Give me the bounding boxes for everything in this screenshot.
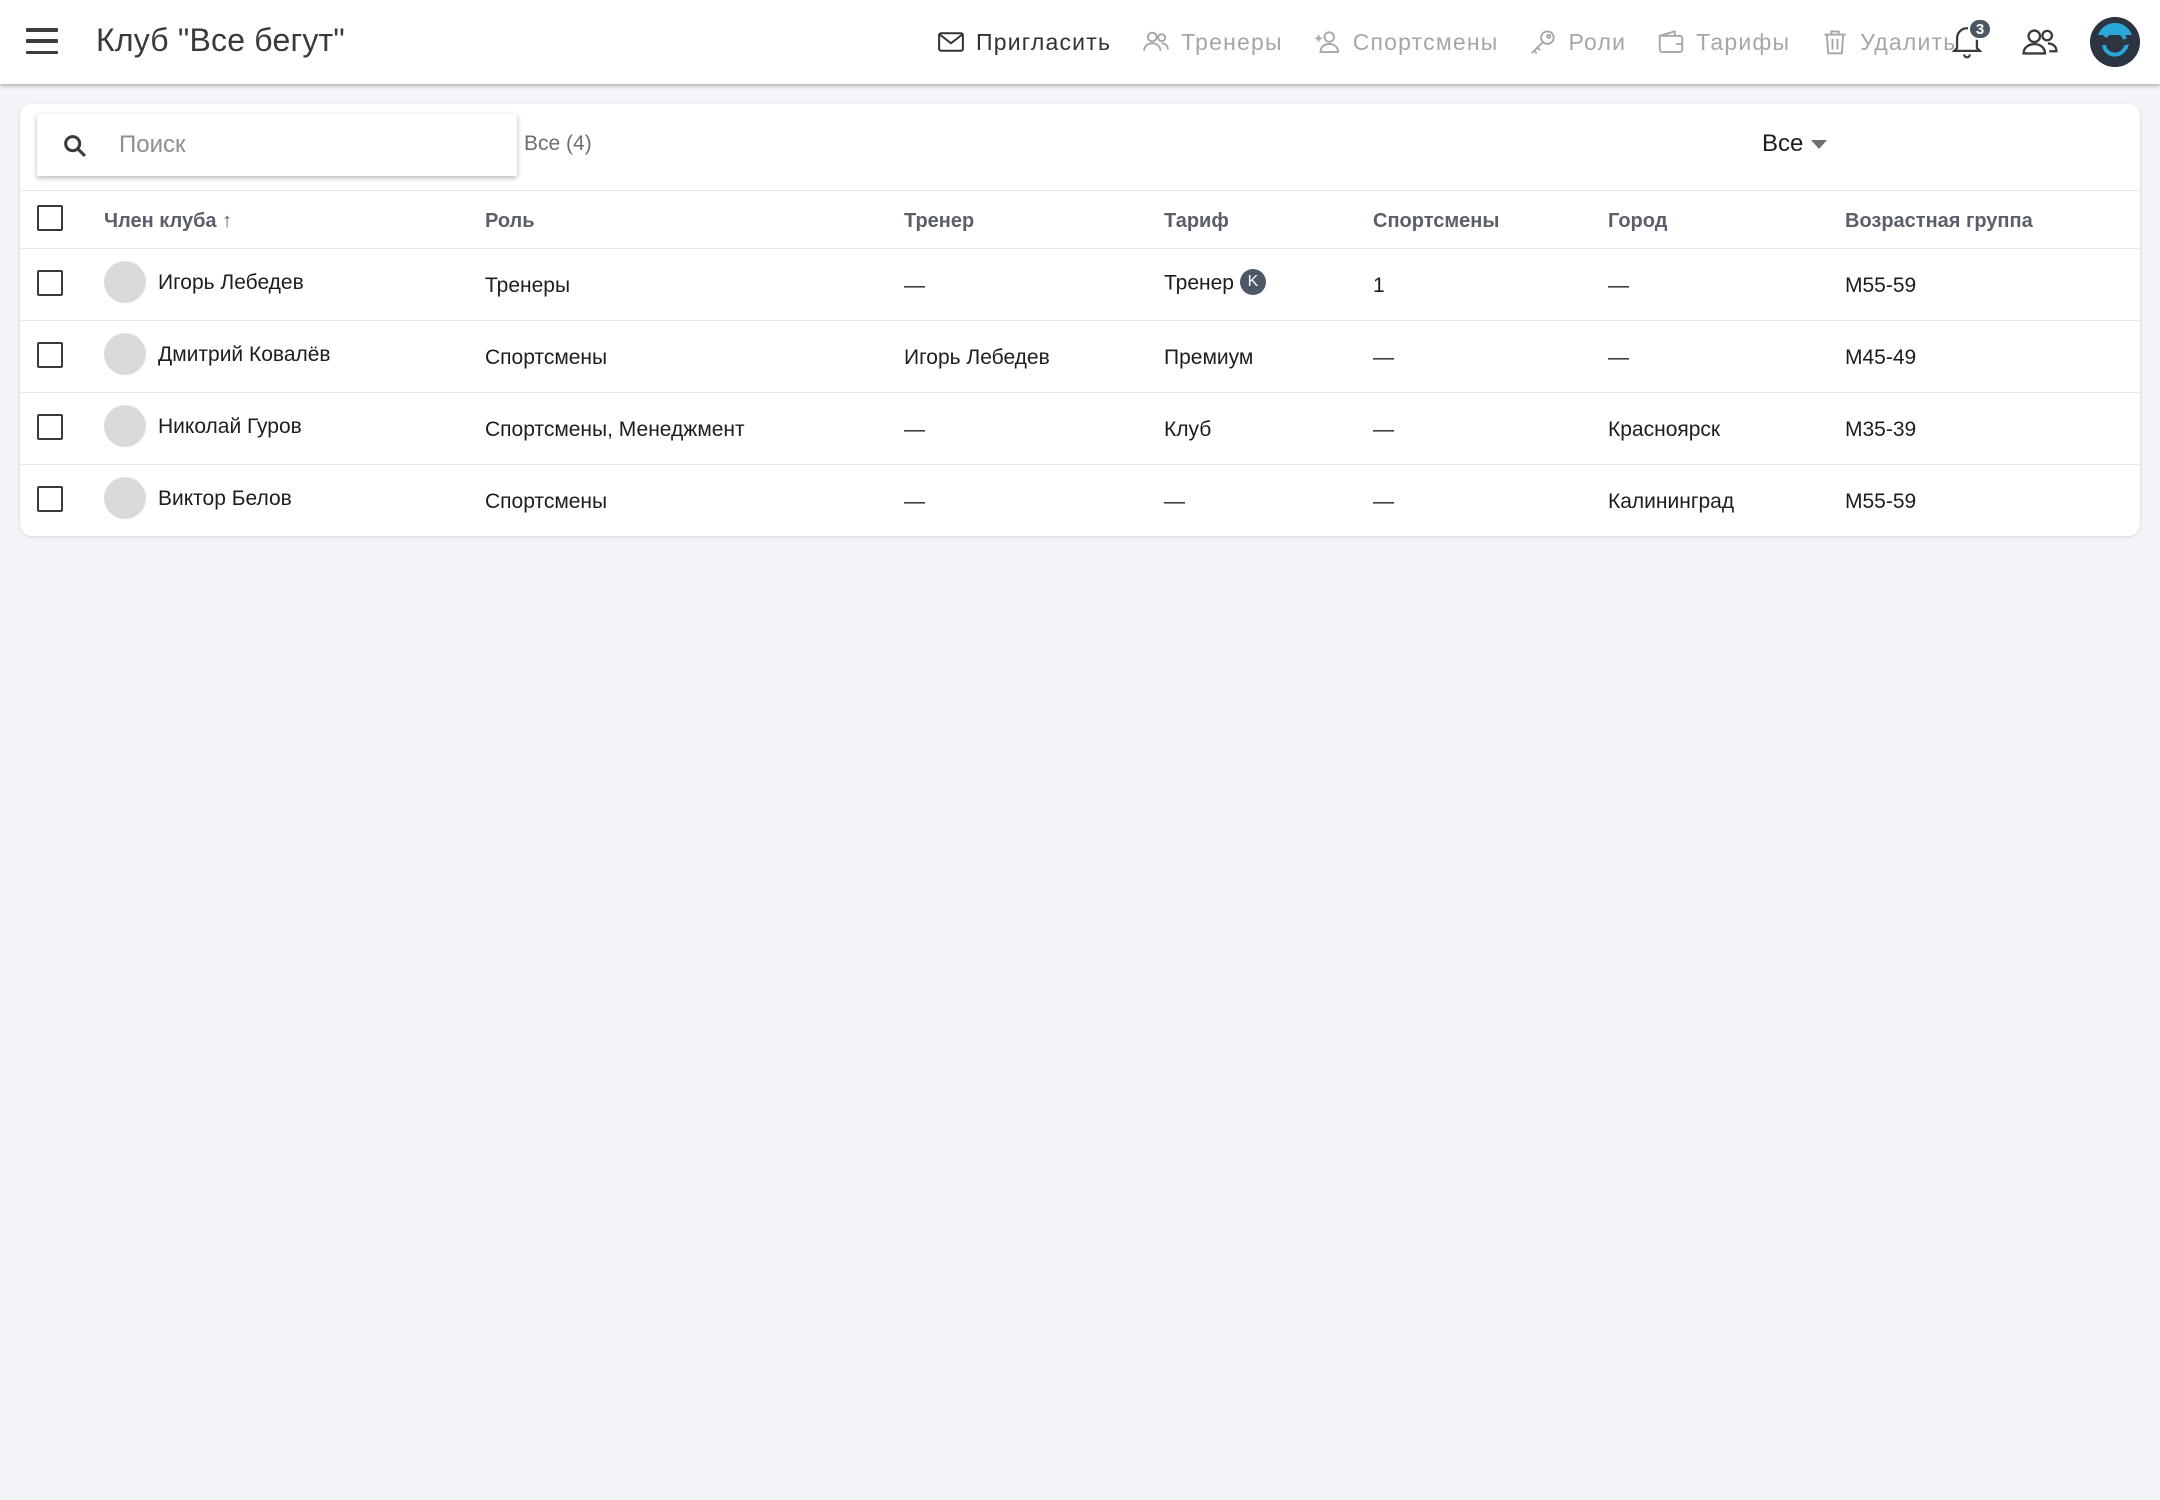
column-header-role[interactable]: Роль <box>485 210 535 233</box>
column-header-age-group[interactable]: Возрастная группа <box>1845 210 2033 233</box>
add-athlete-icon <box>1315 31 1339 53</box>
divider <box>20 320 2140 321</box>
member-name[interactable]: Дмитрий Ковалёв <box>158 343 331 367</box>
invite-label: Пригласить <box>976 28 1112 55</box>
column-header-member[interactable]: Член клуба ↑ <box>104 210 232 233</box>
members-button[interactable] <box>2020 24 2060 60</box>
coaches-icon <box>1143 31 1169 51</box>
roles-label: Роли <box>1568 28 1627 55</box>
tariff-value: Тренер <box>1164 271 1234 295</box>
tariff-cell: — <box>1164 490 1185 513</box>
wallet-icon <box>1658 30 1684 53</box>
member-name[interactable]: Виктор Белов <box>158 487 292 511</box>
divider <box>20 190 2140 191</box>
envelope-icon <box>938 32 964 52</box>
people-icon <box>2022 29 2058 55</box>
avatar <box>104 477 146 519</box>
member-name[interactable]: Николай Гуров <box>158 415 302 439</box>
city-cell: — <box>1608 346 1629 369</box>
row-checkbox[interactable] <box>37 342 63 368</box>
divider <box>20 248 2140 249</box>
search-icon <box>64 135 86 157</box>
delete-button[interactable]: Удалить <box>1820 27 1956 57</box>
logo-avatar-icon <box>2090 17 2140 67</box>
athletes-cell: — <box>1373 490 1394 513</box>
page-title: Клуб "Все бегут" <box>96 22 345 58</box>
city-cell: Калининград <box>1608 490 1735 513</box>
row-checkbox[interactable] <box>37 270 63 296</box>
athletes-cell: — <box>1373 418 1394 441</box>
user-avatar[interactable] <box>2090 17 2140 67</box>
members-count-label: Все (4) <box>524 132 592 155</box>
age-group-cell: M55-59 <box>1845 490 1917 513</box>
tariffs-button[interactable]: Тарифы <box>1656 27 1790 57</box>
tariff-cell: Клуб <box>1164 418 1212 441</box>
search-box <box>37 114 517 176</box>
athletes-button[interactable]: Спортсмены <box>1313 27 1499 57</box>
column-header-tariff[interactable]: Тариф <box>1164 210 1229 233</box>
coaches-button[interactable]: Тренеры <box>1141 27 1283 57</box>
caret-down-icon <box>1811 139 1828 149</box>
divider <box>20 464 2140 465</box>
column-header-athletes[interactable]: Спортсмены <box>1373 210 1499 233</box>
avatar <box>104 405 146 447</box>
athletes-cell: 1 <box>1373 274 1385 297</box>
city-cell: — <box>1608 274 1629 297</box>
coaches-label: Тренеры <box>1181 28 1283 55</box>
tariff-cell: Премиум <box>1164 346 1254 369</box>
column-header-city[interactable]: Город <box>1608 210 1667 233</box>
tariffs-label: Тарифы <box>1696 28 1791 55</box>
divider <box>20 392 2140 393</box>
key-icon <box>1531 30 1556 54</box>
header-actions: Пригласить Тренеры Спортсмены Роли Тариф… <box>936 24 1986 60</box>
coach-cell: Игорь Лебедев <box>904 346 1050 369</box>
tariff-badge: K <box>1239 269 1266 295</box>
hamburger-menu-icon[interactable] <box>26 28 58 54</box>
top-app-bar: Клуб "Все бегут" Пригласить Тренеры Спор… <box>0 0 2160 84</box>
coach-cell: — <box>904 418 925 441</box>
role-cell: Спортсмены <box>485 346 608 369</box>
avatar <box>104 333 146 375</box>
role-cell: Спортсмены, Менеджмент <box>485 418 745 441</box>
row-checkbox[interactable] <box>37 414 63 440</box>
role-cell: Спортсмены <box>485 490 608 513</box>
invite-button[interactable]: Пригласить <box>936 27 1111 57</box>
age-group-cell: M55-59 <box>1845 274 1917 297</box>
delete-label: Удалить <box>1860 28 1957 55</box>
trash-icon <box>1824 30 1846 55</box>
search-input[interactable] <box>119 124 499 166</box>
filter-dropdown[interactable]: Все <box>1762 130 1828 158</box>
coach-cell: — <box>904 490 925 513</box>
row-checkbox[interactable] <box>37 486 63 512</box>
city-cell: Красноярск <box>1608 418 1721 441</box>
role-cell: Тренеры <box>485 274 571 297</box>
notifications-count-badge: 3 <box>1968 18 1992 40</box>
notifications-button[interactable]: 3 <box>1950 18 1992 62</box>
select-all-checkbox[interactable] <box>37 205 63 231</box>
athletes-cell: — <box>1373 346 1394 369</box>
tariff-cell: Тренер K <box>1164 269 1266 297</box>
column-header-coach[interactable]: Тренер <box>904 210 974 233</box>
member-name[interactable]: Игорь Лебедев <box>158 271 304 295</box>
members-card: Все (4) Все Член клуба ↑ Роль Тренер Тар… <box>20 104 2140 536</box>
age-group-cell: M35-39 <box>1845 418 1917 441</box>
coach-cell: — <box>904 274 925 297</box>
roles-button[interactable]: Роли <box>1528 27 1626 57</box>
athletes-label: Спортсмены <box>1352 28 1499 55</box>
age-group-cell: M45-49 <box>1845 346 1917 369</box>
filter-dropdown-value: Все <box>1762 130 1804 157</box>
avatar <box>104 261 146 303</box>
